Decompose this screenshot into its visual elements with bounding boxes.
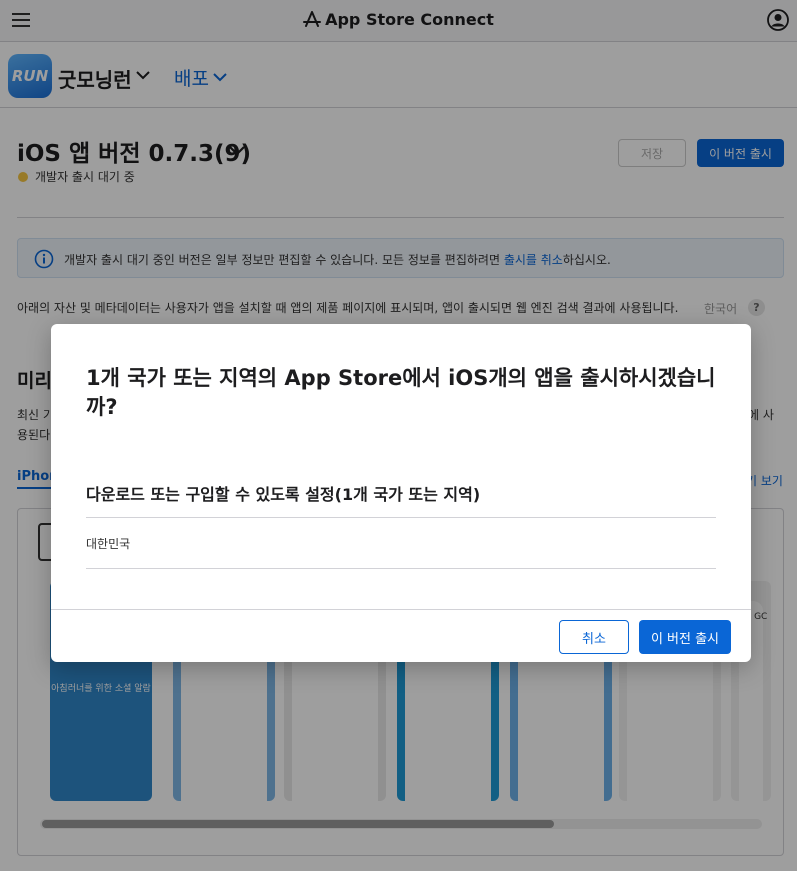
dialog-title: 1개 국가 또는 지역의 App Store에서 iOS개의 앱을 출시하시겠습… [86, 366, 716, 419]
divider [86, 568, 716, 569]
release-confirm-dialog: 1개 국가 또는 지역의 App Store에서 iOS개의 앱을 출시하시겠습… [51, 324, 751, 662]
cancel-button[interactable]: 취소 [559, 620, 629, 654]
divider [86, 517, 716, 518]
dialog-subtitle: 다운로드 또는 구입할 수 있도록 설정(1개 국가 또는 지역) [86, 485, 481, 504]
confirm-release-button[interactable]: 이 버전 출시 [639, 620, 731, 654]
country-item: 대한민국 [86, 537, 131, 551]
divider [51, 609, 751, 610]
